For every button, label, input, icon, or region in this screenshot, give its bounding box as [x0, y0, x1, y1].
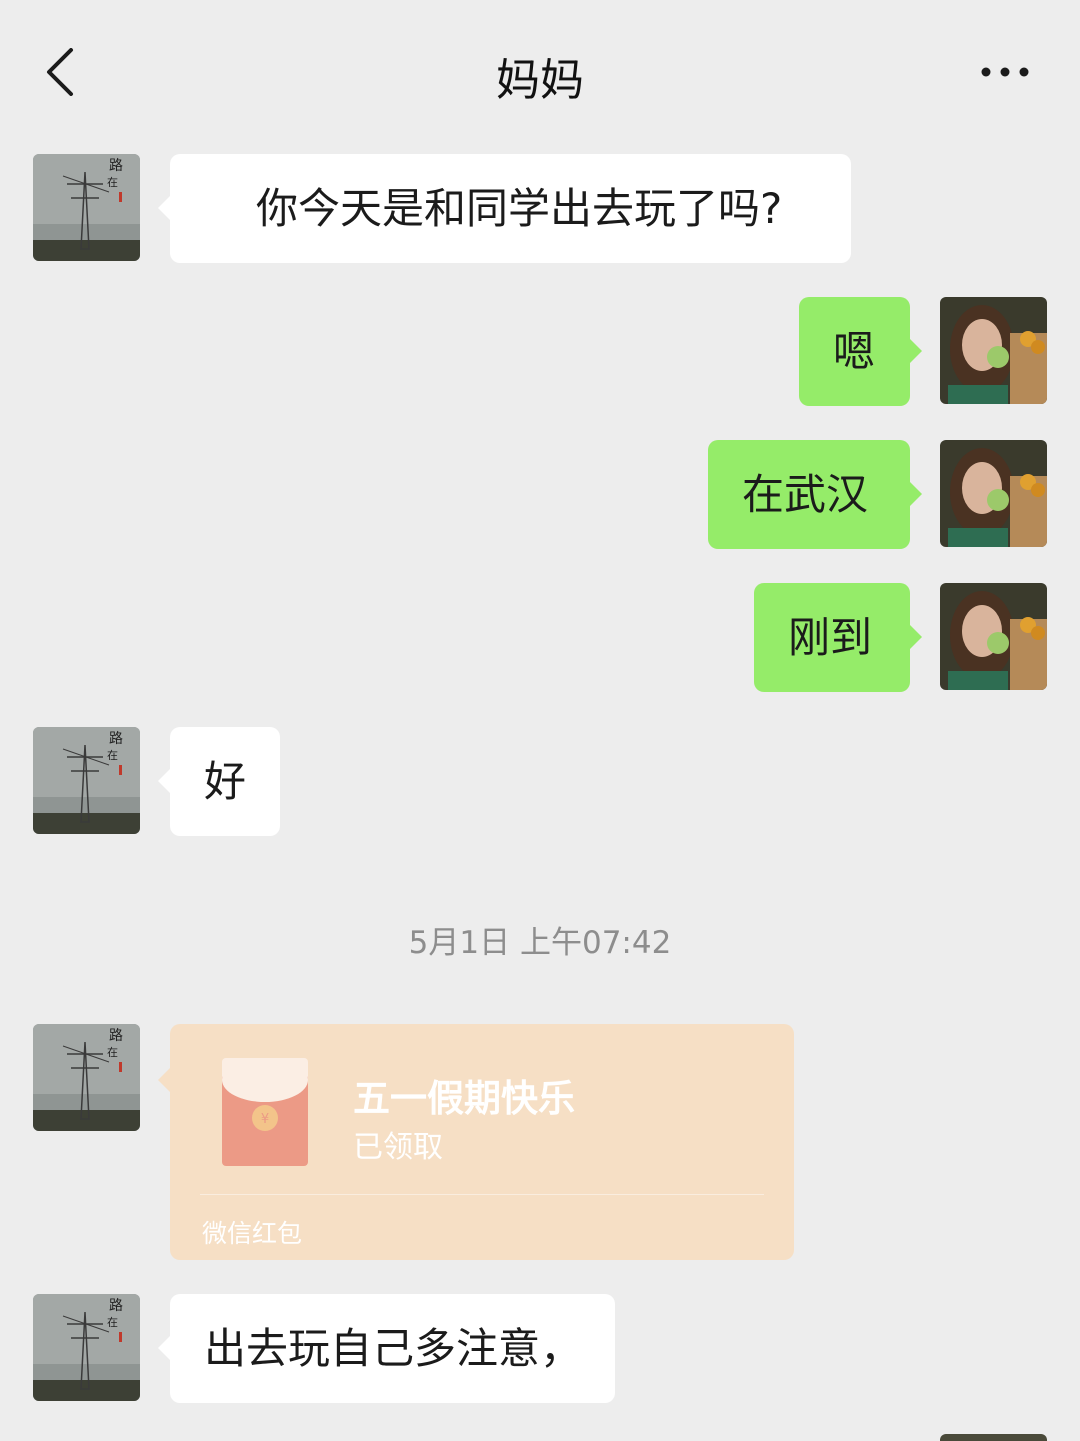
avatar-mom[interactable]: 路 在: [33, 154, 140, 261]
message-text: 嗯: [833, 327, 876, 376]
page-title: 妈妈: [496, 55, 584, 106]
avatar-me[interactable]: [940, 297, 1047, 404]
avatar-mom[interactable]: 路 在: [33, 727, 140, 834]
message-bubble-incoming[interactable]: 出去玩自己多注意，: [158, 1294, 615, 1403]
message-text: 好: [204, 757, 247, 806]
message-bubble-outgoing[interactable]: 刚到: [754, 583, 922, 692]
message-bubble-outgoing[interactable]: 嗯: [799, 297, 922, 406]
divider: [200, 1194, 764, 1195]
avatar-me[interactable]: [940, 440, 1047, 547]
red-packet-message[interactable]: ¥ 五一假期快乐 已领取 微信红包: [158, 1024, 794, 1260]
avatar-me[interactable]: [940, 583, 1047, 690]
avatar-me-partial: [940, 1434, 1047, 1441]
header: 妈妈: [0, 0, 1080, 140]
svg-text:路: 路: [109, 158, 123, 174]
chat-screen: 妈妈 路 在 你今天是和同学出去玩了吗? 嗯 在武汉 刚到 路 在 好 5月1日…: [0, 0, 1080, 1441]
svg-text:在: 在: [107, 1046, 118, 1059]
message-bubble-outgoing[interactable]: 在武汉: [708, 440, 922, 549]
more-dots-icon: [981, 67, 1029, 77]
message-text: 在武汉: [742, 470, 869, 519]
message-text: 刚到: [788, 613, 873, 662]
avatar-mom[interactable]: 路 在: [33, 1294, 140, 1401]
red-packet-title: 五一假期快乐: [353, 1077, 575, 1120]
message-bubble-incoming[interactable]: 你今天是和同学出去玩了吗?: [158, 154, 851, 263]
message-text: 你今天是和同学出去玩了吗?: [256, 184, 783, 233]
red-packet-footer: 微信红包: [202, 1219, 303, 1248]
svg-text:在: 在: [107, 749, 118, 762]
red-envelope-icon: ¥: [222, 1058, 308, 1166]
svg-text:¥: ¥: [261, 1112, 269, 1127]
svg-text:路: 路: [109, 1298, 123, 1314]
svg-text:在: 在: [107, 1316, 118, 1329]
avatar-mom[interactable]: 路 在: [33, 1024, 140, 1131]
message-bubble-incoming[interactable]: 好: [158, 727, 280, 836]
message-text: 出去玩自己多注意，: [204, 1324, 583, 1373]
message-timestamp: 5月1日 上午07:42: [408, 925, 672, 961]
svg-text:路: 路: [109, 731, 123, 747]
red-packet-status: 已领取: [353, 1130, 443, 1165]
more-button[interactable]: [970, 50, 1040, 94]
svg-text:在: 在: [107, 176, 118, 189]
svg-text:路: 路: [109, 1028, 123, 1044]
